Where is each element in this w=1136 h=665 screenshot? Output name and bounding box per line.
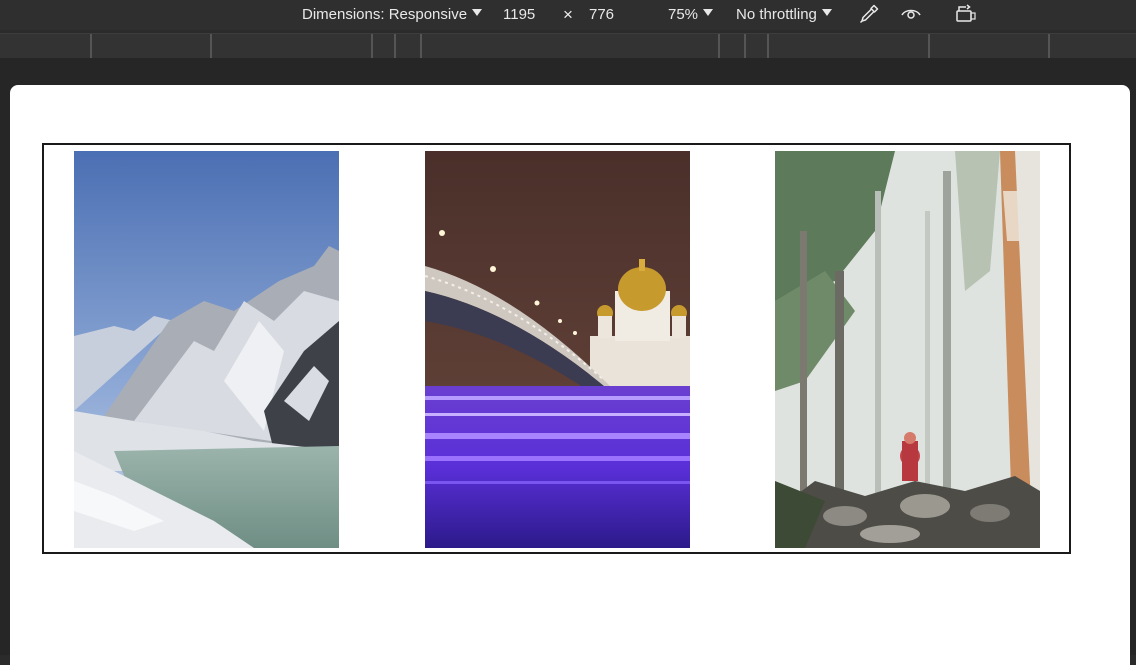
chevron-down-icon — [703, 9, 714, 16]
gallery-image-cathedral[interactable] — [425, 151, 690, 548]
ruler-tick — [394, 34, 396, 58]
device-toolbar: Dimensions: Responsive 1195 × 776 75% No… — [0, 0, 1136, 30]
dimensions-label: Dimensions: Responsive — [302, 5, 468, 23]
chevron-down-icon — [821, 9, 832, 16]
ruler-tick — [210, 34, 212, 58]
height-input[interactable]: 776 — [589, 0, 614, 28]
mountain-lake-image — [74, 151, 339, 548]
dimension-separator: × — [563, 1, 573, 29]
ruler-tick — [767, 34, 769, 58]
chevron-down-icon — [472, 9, 483, 16]
eyedropper-icon[interactable] — [857, 2, 881, 26]
width-input[interactable]: 1195 — [503, 0, 535, 28]
width-value: 1195 — [503, 5, 536, 23]
dimensions-dropdown[interactable]: Dimensions: Responsive — [302, 0, 483, 28]
cathedral-bridge-image — [425, 151, 690, 548]
zoom-label: 75% — [668, 5, 699, 23]
rotate-device-icon[interactable] — [954, 2, 978, 26]
image-gallery — [42, 143, 1071, 554]
gallery-image-mountain[interactable] — [74, 151, 339, 548]
ruler-tick — [371, 34, 373, 58]
gallery-image-forest[interactable] — [775, 151, 1040, 548]
ruler-tick — [1048, 34, 1050, 58]
ruler-tick — [928, 34, 930, 58]
zoom-dropdown[interactable]: 75% — [668, 0, 714, 28]
foggy-forest-image — [775, 151, 1040, 548]
ruler-tick — [718, 34, 720, 58]
ruler-tick — [420, 34, 422, 58]
page-viewport — [10, 85, 1130, 665]
height-value: 776 — [589, 5, 615, 23]
ruler-tick — [744, 34, 746, 58]
times-symbol: × — [563, 5, 573, 24]
media-query-ruler[interactable] — [0, 33, 1136, 59]
eye-icon[interactable] — [899, 2, 923, 26]
throttling-dropdown[interactable]: No throttling — [736, 0, 832, 28]
throttling-label: No throttling — [736, 5, 817, 23]
ruler-tick — [90, 34, 92, 58]
